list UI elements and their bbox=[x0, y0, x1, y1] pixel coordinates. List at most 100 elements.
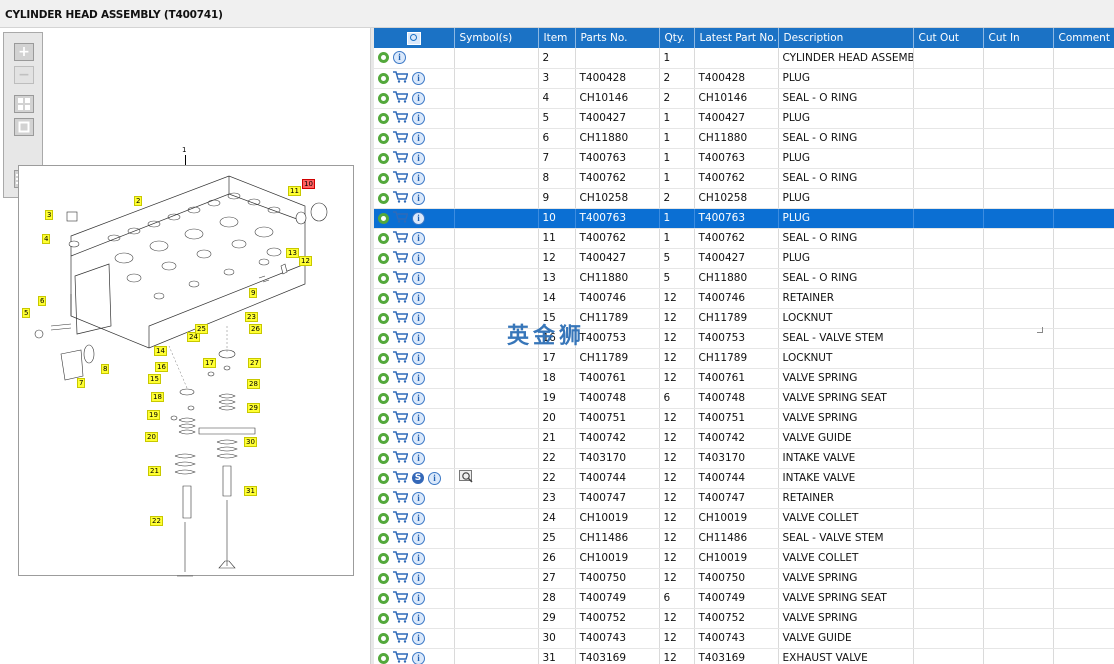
table-row[interactable]: i 9 CH10258 2 CH10258 PLUG bbox=[374, 188, 1114, 209]
info-icon[interactable]: i bbox=[412, 291, 425, 305]
info-icon[interactable]: i bbox=[412, 71, 425, 85]
callout-9[interactable]: 9 bbox=[249, 288, 258, 298]
info-icon[interactable]: i bbox=[412, 131, 425, 145]
table-row[interactable]: Si 22 T400744 12 T400744 INTAKE VALVE bbox=[374, 468, 1114, 489]
callout-29[interactable]: 29 bbox=[247, 403, 260, 413]
gear-icon[interactable] bbox=[378, 472, 389, 484]
frame-view-button[interactable] bbox=[14, 118, 34, 136]
cart-icon[interactable] bbox=[393, 630, 409, 646]
cart-icon[interactable] bbox=[393, 230, 409, 246]
info-icon[interactable]: i bbox=[412, 551, 425, 565]
callout-26[interactable]: 26 bbox=[249, 324, 262, 334]
info-icon[interactable]: i bbox=[412, 171, 425, 185]
callout-23[interactable]: 23 bbox=[245, 312, 258, 322]
table-row[interactable]: i 21 T400742 12 T400742 VALVE GUIDE bbox=[374, 428, 1114, 449]
info-icon[interactable]: i bbox=[412, 571, 425, 585]
info-icon[interactable]: i bbox=[412, 91, 425, 105]
callout-10[interactable]: 10 bbox=[302, 179, 315, 189]
table-row[interactable]: i 12 T400427 5 T400427 PLUG bbox=[374, 248, 1114, 269]
info-icon[interactable]: i bbox=[412, 511, 425, 525]
info-icon[interactable]: i bbox=[412, 491, 425, 505]
table-row[interactable]: i 31 T403169 12 T403169 EXHAUST VALVE bbox=[374, 648, 1114, 664]
callout-28[interactable]: 28 bbox=[247, 379, 260, 389]
gear-icon[interactable] bbox=[378, 232, 389, 244]
cart-icon[interactable] bbox=[393, 350, 409, 366]
table-row[interactable]: i 11 T400762 1 T400762 SEAL - O RING bbox=[374, 228, 1114, 249]
table-row[interactable]: i 22 T403170 12 T403170 INTAKE VALVE bbox=[374, 448, 1114, 469]
table-row[interactable]: i 15 CH11789 12 CH11789 LOCKNUT bbox=[374, 308, 1114, 329]
info-icon[interactable]: i bbox=[412, 331, 425, 345]
table-row[interactable]: i 27 T400750 12 T400750 VALVE SPRING bbox=[374, 568, 1114, 589]
cart-icon[interactable] bbox=[393, 190, 409, 206]
gear-icon[interactable] bbox=[378, 492, 389, 504]
callout-2[interactable]: 2 bbox=[134, 196, 143, 206]
cart-icon[interactable] bbox=[393, 130, 409, 146]
column-header-description[interactable]: Description bbox=[778, 28, 914, 48]
gear-icon[interactable] bbox=[378, 72, 389, 84]
table-row[interactable]: i 10 T400763 1 T400763 PLUG bbox=[374, 208, 1114, 229]
column-header-comment[interactable]: Comment bbox=[1053, 28, 1114, 48]
callout-13[interactable]: 13 bbox=[286, 248, 299, 258]
view-detail-icon[interactable] bbox=[458, 470, 475, 486]
callout-4[interactable]: 4 bbox=[42, 234, 51, 244]
gear-icon[interactable] bbox=[378, 52, 389, 64]
callout-21[interactable]: 21 bbox=[148, 466, 161, 476]
cart-icon[interactable] bbox=[393, 410, 409, 426]
gear-icon[interactable] bbox=[378, 392, 389, 404]
gear-icon[interactable] bbox=[378, 452, 389, 464]
cart-icon[interactable] bbox=[393, 570, 409, 586]
cart-icon[interactable] bbox=[393, 330, 409, 346]
gear-icon[interactable] bbox=[378, 112, 389, 124]
table-row[interactable]: i 26 CH10019 12 CH10019 VALVE COLLET bbox=[374, 548, 1114, 569]
column-header-cut-in[interactable]: Cut In bbox=[983, 28, 1054, 48]
info-icon[interactable]: i bbox=[412, 411, 425, 425]
cart-icon[interactable] bbox=[393, 490, 409, 506]
callout-8[interactable]: 8 bbox=[101, 364, 110, 374]
info-icon[interactable]: i bbox=[412, 611, 425, 625]
table-row[interactable]: i 19 T400748 6 T400748 VALVE SPRING SEAT bbox=[374, 388, 1114, 409]
callout-27[interactable]: 27 bbox=[248, 358, 261, 368]
gear-icon[interactable] bbox=[378, 132, 389, 144]
callout-20[interactable]: 20 bbox=[145, 432, 158, 442]
cart-icon[interactable] bbox=[393, 210, 409, 226]
callout-14[interactable]: 14 bbox=[154, 346, 167, 356]
callout-15[interactable]: 15 bbox=[148, 374, 161, 384]
gear-icon[interactable] bbox=[378, 172, 389, 184]
gear-icon[interactable] bbox=[378, 252, 389, 264]
gear-icon[interactable] bbox=[378, 272, 389, 284]
table-row[interactable]: i 25 CH11486 12 CH11486 SEAL - VALVE STEM bbox=[374, 528, 1114, 549]
column-header-item[interactable]: Item bbox=[538, 28, 576, 48]
callout-5[interactable]: 5 bbox=[22, 308, 31, 318]
fit-view-button[interactable] bbox=[14, 95, 34, 113]
zoom-out-button[interactable]: − bbox=[14, 66, 34, 84]
table-row[interactable]: i 5 T400427 1 T400427 PLUG bbox=[374, 108, 1114, 129]
cart-icon[interactable] bbox=[393, 550, 409, 566]
gear-icon[interactable] bbox=[378, 332, 389, 344]
table-row[interactable]: i 6 CH11880 1 CH11880 SEAL - O RING bbox=[374, 128, 1114, 149]
gear-icon[interactable] bbox=[378, 572, 389, 584]
cart-icon[interactable] bbox=[393, 90, 409, 106]
info-icon[interactable]: i bbox=[412, 231, 425, 245]
info-icon[interactable]: i bbox=[412, 271, 425, 285]
table-row[interactable]: i 23 T400747 12 T400747 RETAINER bbox=[374, 488, 1114, 509]
table-row[interactable]: i 4 CH10146 2 CH10146 SEAL - O RING bbox=[374, 88, 1114, 109]
info-icon[interactable]: i bbox=[412, 651, 425, 664]
gear-icon[interactable] bbox=[378, 192, 389, 204]
callout-19[interactable]: 19 bbox=[147, 410, 160, 420]
gear-icon[interactable] bbox=[378, 292, 389, 304]
gear-icon[interactable] bbox=[378, 352, 389, 364]
gear-icon[interactable] bbox=[378, 512, 389, 524]
cart-icon[interactable] bbox=[393, 150, 409, 166]
column-header-latest-part-no[interactable]: Latest Part No. bbox=[694, 28, 779, 48]
cart-icon[interactable] bbox=[393, 530, 409, 546]
info-icon[interactable]: i bbox=[412, 591, 425, 605]
gear-icon[interactable] bbox=[378, 532, 389, 544]
column-header-cut-out[interactable]: Cut Out bbox=[913, 28, 984, 48]
gear-icon[interactable] bbox=[378, 312, 389, 324]
column-header-tools[interactable] bbox=[374, 28, 455, 48]
cart-icon[interactable] bbox=[393, 590, 409, 606]
table-row[interactable]: i 28 T400749 6 T400749 VALVE SPRING SEAT bbox=[374, 588, 1114, 609]
info-icon[interactable]: i bbox=[412, 431, 425, 445]
cart-icon[interactable] bbox=[393, 450, 409, 466]
service-icon[interactable]: S bbox=[412, 472, 424, 484]
